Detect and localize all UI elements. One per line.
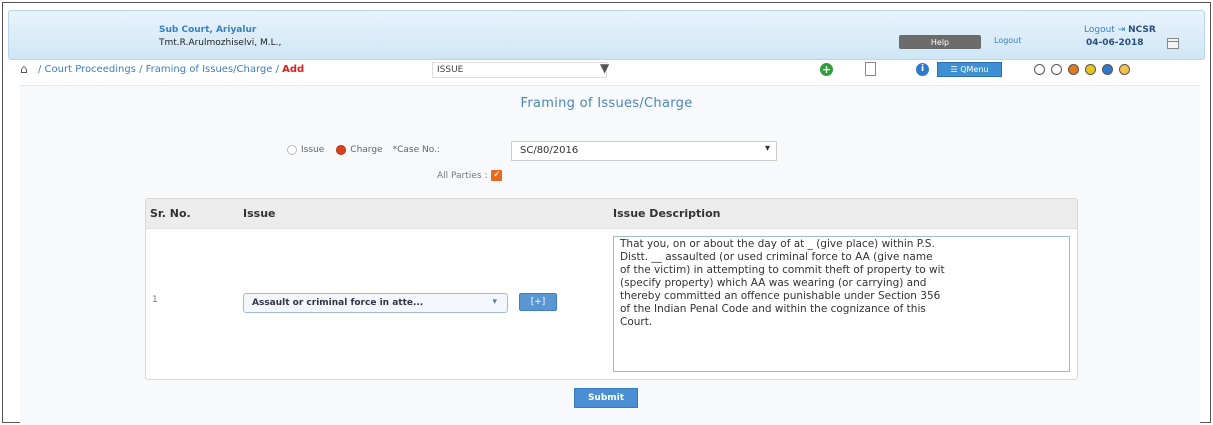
issue-select[interactable]: Assault or criminal force in atte... ▾ bbox=[243, 293, 508, 313]
col-issue: Issue bbox=[243, 207, 276, 220]
all-parties: All Parties : ✓ bbox=[437, 170, 503, 181]
type-radio-group: Issue Charge *Case No.: bbox=[287, 145, 440, 155]
breadcrumb-bar: ⌂ / Court Proceedings / Framing of Issue… bbox=[20, 60, 1200, 80]
theme-dot[interactable] bbox=[1102, 64, 1113, 75]
page-title: Framing of Issues/Charge bbox=[520, 96, 693, 111]
breadcrumb[interactable]: / Court Proceedings / Framing of Issues/… bbox=[38, 64, 304, 75]
col-sr-no: Sr. No. bbox=[150, 207, 191, 220]
logout-link[interactable]: Logout bbox=[994, 36, 1021, 45]
breadcrumb-add: Add bbox=[282, 64, 305, 75]
breadcrumb-path[interactable]: / Court Proceedings / Framing of Issues/… bbox=[38, 64, 279, 75]
add-circle-icon[interactable]: + bbox=[820, 63, 833, 76]
all-parties-checkbox[interactable]: ✓ bbox=[491, 170, 503, 181]
issue-radio-label: Issue bbox=[301, 145, 325, 155]
issues-table: Sr. No. Issue Issue Description 1 Assaul… bbox=[145, 198, 1078, 380]
issue-radio[interactable] bbox=[287, 145, 297, 155]
qmenu-button[interactable]: ☰ QMenu bbox=[937, 62, 1002, 77]
issue-select-value: Assault or criminal force in atte... bbox=[252, 298, 424, 308]
theme-dot[interactable] bbox=[1085, 64, 1096, 75]
case-no-value: SC/80/2016 bbox=[520, 145, 579, 156]
charge-radio[interactable] bbox=[336, 145, 347, 155]
theme-dot[interactable] bbox=[1034, 64, 1045, 75]
submit-button[interactable]: Submit bbox=[574, 388, 638, 408]
table-header: Sr. No. Issue Issue Description bbox=[146, 199, 1077, 229]
help-button[interactable]: Help bbox=[899, 35, 981, 49]
court-name: Sub Court, Ariyalur bbox=[159, 25, 257, 35]
theme-switcher bbox=[1034, 64, 1130, 75]
logout-top-label: Logout bbox=[1084, 25, 1115, 35]
document-icon[interactable] bbox=[865, 62, 876, 76]
theme-dot[interactable] bbox=[1119, 64, 1130, 75]
menu-filter-input[interactable] bbox=[432, 62, 607, 78]
theme-dot[interactable] bbox=[1051, 64, 1062, 75]
add-issue-button[interactable]: [+] bbox=[519, 293, 557, 311]
info-icon[interactable]: i bbox=[916, 63, 929, 76]
user-code: NCSR bbox=[1128, 25, 1156, 35]
row-sr-no: 1 bbox=[152, 295, 158, 305]
filter-icon[interactable]: ▼ bbox=[600, 61, 609, 75]
chevron-down-icon: ▾ bbox=[492, 297, 497, 307]
theme-dot[interactable] bbox=[1068, 64, 1079, 75]
issue-description-textarea[interactable]: That you, on or about the day of at _ (g… bbox=[613, 236, 1070, 372]
judge-name: Tmt.R.Arulmozhiselvi, M.L., bbox=[159, 38, 282, 48]
case-no-select[interactable]: SC/80/2016 ▾ bbox=[511, 141, 777, 161]
current-date: 04-06-2018 bbox=[1086, 38, 1144, 48]
logout-icon: ⇥ bbox=[1117, 25, 1126, 35]
all-parties-label: All Parties : bbox=[437, 170, 488, 181]
header-bar: Sub Court, Ariyalur Tmt.R.Arulmozhiselvi… bbox=[8, 10, 1205, 60]
chevron-down-icon: ▾ bbox=[764, 143, 770, 154]
case-no-label: *Case No.: bbox=[392, 145, 440, 155]
home-icon[interactable]: ⌂ bbox=[20, 62, 28, 76]
charge-radio-label: Charge bbox=[350, 145, 383, 155]
col-issue-description: Issue Description bbox=[613, 207, 721, 220]
logout-user[interactable]: Logout ⇥ NCSR bbox=[1084, 25, 1156, 35]
calendar-icon[interactable] bbox=[1167, 38, 1179, 49]
